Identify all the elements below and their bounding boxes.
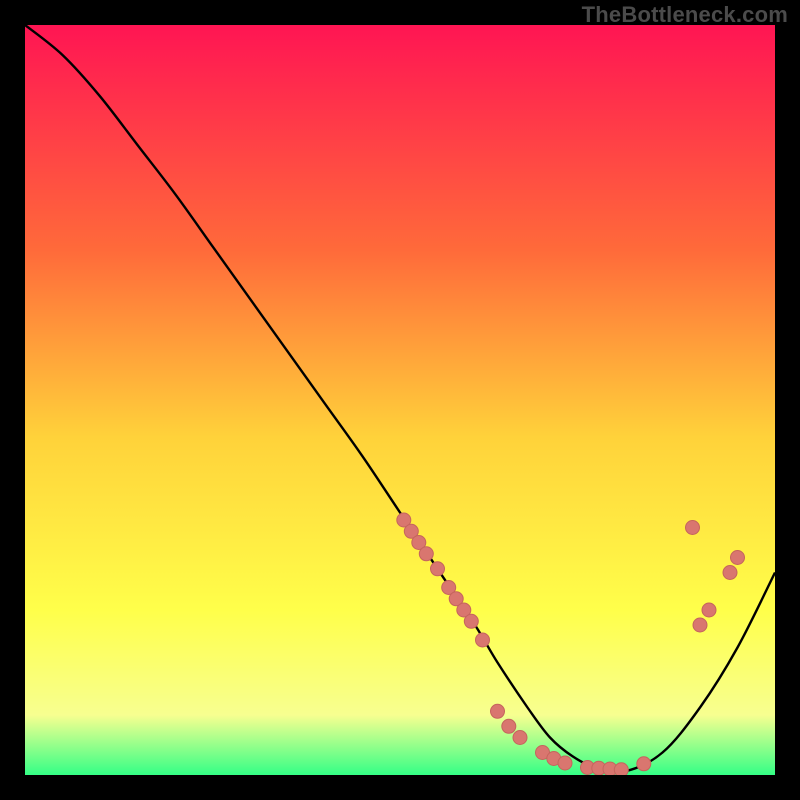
data-marker	[686, 521, 700, 535]
data-marker	[702, 603, 716, 617]
data-marker	[419, 547, 433, 561]
data-marker	[476, 633, 490, 647]
data-marker	[431, 562, 445, 576]
plot-background	[25, 25, 775, 775]
data-marker	[723, 566, 737, 580]
chart-container: TheBottleneck.com	[0, 0, 800, 800]
data-marker	[502, 719, 516, 733]
data-marker	[731, 551, 745, 565]
data-marker	[614, 763, 628, 775]
data-marker	[693, 618, 707, 632]
data-marker	[491, 704, 505, 718]
data-marker	[513, 731, 527, 745]
data-marker	[464, 614, 478, 628]
data-marker	[558, 756, 572, 770]
plot-area	[25, 25, 775, 775]
data-marker	[637, 757, 651, 771]
